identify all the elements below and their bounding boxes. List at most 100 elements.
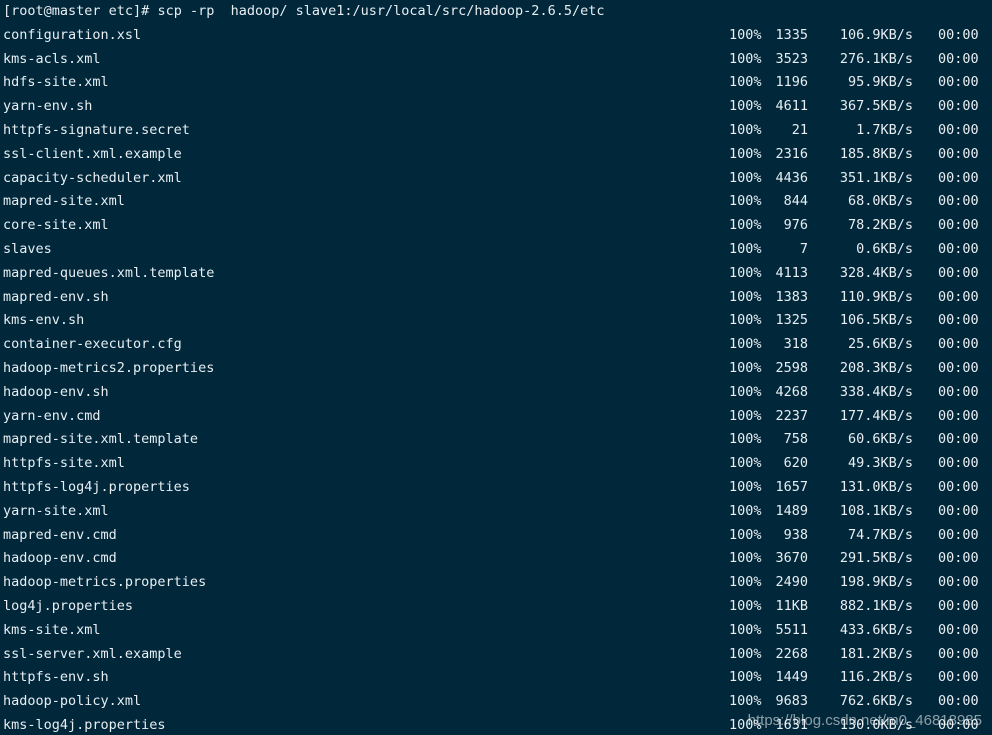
file-name: yarn-env.sh [3,98,93,115]
elapsed-time: 00:00 [938,145,979,162]
file-size: 2268 [775,645,808,662]
file-name: mapred-queues.xml.template [3,264,215,281]
transfer-rate: 208.3KB/s [839,360,913,376]
file-name: kms-acls.xml [3,50,101,67]
transfer-percent: 100% [729,241,762,257]
transfer-rate: 116.2KB/s [839,669,913,686]
file-size: 938 [783,526,808,543]
file-name: yarn-env.cmd [3,407,101,424]
file-size: 21 [791,122,808,138]
transfer-percent: 100% [729,669,762,686]
file-size: 3523 [775,50,808,67]
terminal-window[interactable]: [root@master etc]# scp -rp hadoop/ slave… [0,0,992,735]
transfer-percent: 100% [729,502,762,519]
transfer-rate: 106.5KB/s [839,312,913,329]
transfer-row: core-site.xml 100% 976 78.2KB/s 00:00 [0,214,992,238]
transfer-percent: 100% [729,74,762,91]
elapsed-time: 00:00 [938,98,979,115]
transfer-rate: 78.2KB/s [847,217,913,234]
elapsed-time: 00:00 [938,312,979,329]
file-name: hdfs-site.xml [3,74,109,91]
elapsed-time: 00:00 [938,502,979,519]
transfer-rate: 108.1KB/s [839,502,913,519]
transfer-row: hadoop-env.cmd 100% 3670 291.5KB/s 00:00 [0,547,992,571]
transfer-row: mapred-site.xml 100% 844 68.0KB/s 00:00 [0,190,992,214]
file-name: httpfs-env.sh [3,669,109,686]
elapsed-time: 00:00 [938,360,979,376]
transfer-row: mapred-env.sh 100% 1383 110.9KB/s 00:00 [0,286,992,310]
file-name: httpfs-site.xml [3,455,125,472]
file-name: capacity-scheduler.xml [3,169,182,186]
elapsed-time: 00:00 [938,645,979,662]
command-line: [root@master etc]# scp -rp hadoop/ slave… [3,0,604,24]
transfer-percent: 100% [729,98,762,115]
transfer-rate: 185.8KB/s [839,145,913,162]
transfer-rate: 49.3KB/s [847,455,913,472]
file-name: mapred-site.xml [3,193,125,210]
file-name: mapred-env.sh [3,288,109,305]
elapsed-time: 00:00 [938,693,979,710]
transfer-row: hadoop-env.sh 100% 4268 338.4KB/s 00:00 [0,381,992,405]
file-size: 4268 [775,383,808,400]
transfer-rate: 181.2KB/s [839,645,913,662]
file-size: 1335 [775,26,808,43]
transfer-row: slaves 100% 7 0.6KB/s 00:00 [0,238,992,262]
file-size: 318 [783,336,808,353]
transfer-percent: 100% [729,383,762,400]
elapsed-time: 00:00 [938,264,979,281]
transfer-row: capacity-scheduler.xml 100% 4436 351.1KB/s 0… [0,167,992,191]
transfer-row: ssl-client.xml.example 100% 2316 185.8KB/s 0… [0,143,992,167]
transfer-row: mapred-site.xml.template 100% 758 60.6KB/s 0… [0,428,992,452]
transfer-row: yarn-env.sh 100% 4611 367.5KB/s 00:00 [0,95,992,119]
file-name: mapred-env.cmd [3,526,117,543]
file-name: container-executor.cfg [3,336,182,353]
transfer-percent: 100% [729,26,762,43]
elapsed-time: 00:00 [938,574,979,591]
elapsed-time: 00:00 [938,241,979,257]
transfer-row: container-executor.cfg 100% 318 25.6KB/s 00:… [0,333,992,357]
file-name: kms-log4j.properties [3,717,166,733]
file-size: 5511 [775,621,808,638]
elapsed-time: 00:00 [938,336,979,353]
elapsed-time: 00:00 [938,169,979,186]
file-size: 1449 [775,669,808,686]
file-size: 2316 [775,145,808,162]
transfer-row: configuration.xsl 100% 1335 106.9KB/s 00:00 [0,24,992,48]
elapsed-time: 00:00 [938,479,979,495]
transfer-rate: 106.9KB/s [839,26,913,43]
file-size: 976 [783,217,808,234]
elapsed-time: 00:00 [938,50,979,67]
transfer-rate: 0.6KB/s [856,241,913,257]
transfer-rate: 68.0KB/s [847,193,913,210]
file-name: hadoop-metrics.properties [3,574,207,591]
transfer-percent: 100% [729,122,762,138]
transfer-percent: 100% [729,217,762,234]
scp-command: scp -rp hadoop/ slave1:/usr/local/src/ha… [157,3,605,19]
transfer-percent: 100% [729,693,762,710]
transfer-percent: 100% [729,145,762,162]
transfer-row: hdfs-site.xml 100% 1196 95.9KB/s 00:00 [0,71,992,95]
file-name: kms-env.sh [3,312,85,329]
elapsed-time: 00:00 [938,217,979,234]
file-name: log4j.properties [3,598,134,614]
elapsed-time: 00:00 [938,74,979,91]
transfer-percent: 100% [729,264,762,281]
transfer-percent: 100% [729,193,762,210]
transfer-rate: 74.7KB/s [847,526,913,543]
file-size: 7 [799,241,808,257]
transfer-row: hadoop-metrics2.properties 100% 2598 208.3K… [0,357,992,381]
elapsed-time: 00:00 [938,122,979,138]
file-size: 758 [783,431,808,448]
transfer-rate: 25.6KB/s [847,336,913,353]
elapsed-time: 00:00 [938,431,979,448]
transfer-row: mapred-queues.xml.template 100% 4113 328.4K… [0,262,992,286]
file-name: configuration.xsl [3,26,142,43]
file-size: 2490 [775,574,808,591]
file-name: core-site.xml [3,217,109,234]
file-size: 844 [783,193,808,210]
file-size: 620 [783,455,808,472]
elapsed-time: 00:00 [938,526,979,543]
file-size: 1383 [775,288,808,305]
transfer-rate: 60.6KB/s [847,431,913,448]
transfer-percent: 100% [729,336,762,353]
